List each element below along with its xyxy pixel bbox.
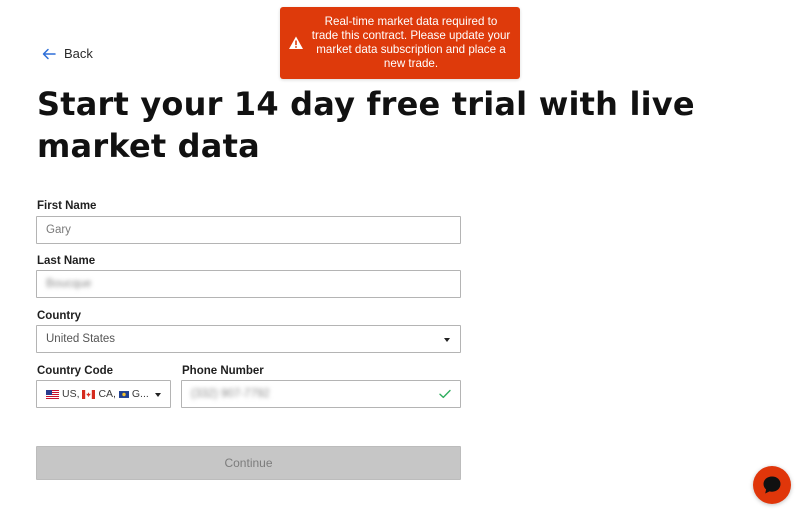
- back-label: Back: [64, 46, 93, 61]
- country-code-label: Country Code: [37, 365, 114, 377]
- country-code-us: US,: [62, 388, 80, 400]
- chevron-down-icon: [155, 393, 161, 397]
- phone-number-label: Phone Number: [182, 365, 264, 377]
- first-name-field[interactable]: Gary: [36, 216, 461, 244]
- last-name-value: Boucque: [46, 278, 92, 290]
- first-name-value: Gary: [46, 224, 71, 236]
- country-code-ca: CA,: [98, 388, 116, 400]
- country-select[interactable]: United States: [36, 325, 461, 353]
- arrow-left-icon: [42, 48, 56, 59]
- page-title: Start your 14 day free trial with live m…: [37, 85, 695, 165]
- checkmark-icon: [439, 389, 451, 399]
- phone-number-field[interactable]: (332) 907-7792: [181, 380, 461, 408]
- toast-message: Real-time market data required to trade …: [311, 15, 511, 70]
- last-name-label: Last Name: [37, 255, 96, 267]
- first-name-label: First Name: [37, 200, 97, 212]
- us-flag-icon: [46, 389, 59, 399]
- back-link[interactable]: Back: [42, 46, 93, 61]
- chat-bubble-icon: [763, 476, 781, 494]
- continue-button[interactable]: Continue: [36, 446, 461, 480]
- country-label: Country: [37, 310, 82, 322]
- last-name-field[interactable]: Boucque: [36, 270, 461, 298]
- chevron-down-icon: [444, 338, 450, 342]
- chat-button[interactable]: [753, 466, 791, 504]
- country-code-other: G...: [131, 388, 149, 400]
- country-value: United States: [46, 333, 116, 345]
- phone-number-value: (332) 907-7792: [191, 388, 270, 400]
- error-toast: Real-time market data required to trade …: [280, 7, 520, 79]
- country-code-select[interactable]: US, CA, G...: [36, 380, 171, 408]
- ca-flag-icon: [82, 389, 96, 399]
- warning-icon: [289, 36, 303, 49]
- third-flag-icon: [118, 390, 129, 398]
